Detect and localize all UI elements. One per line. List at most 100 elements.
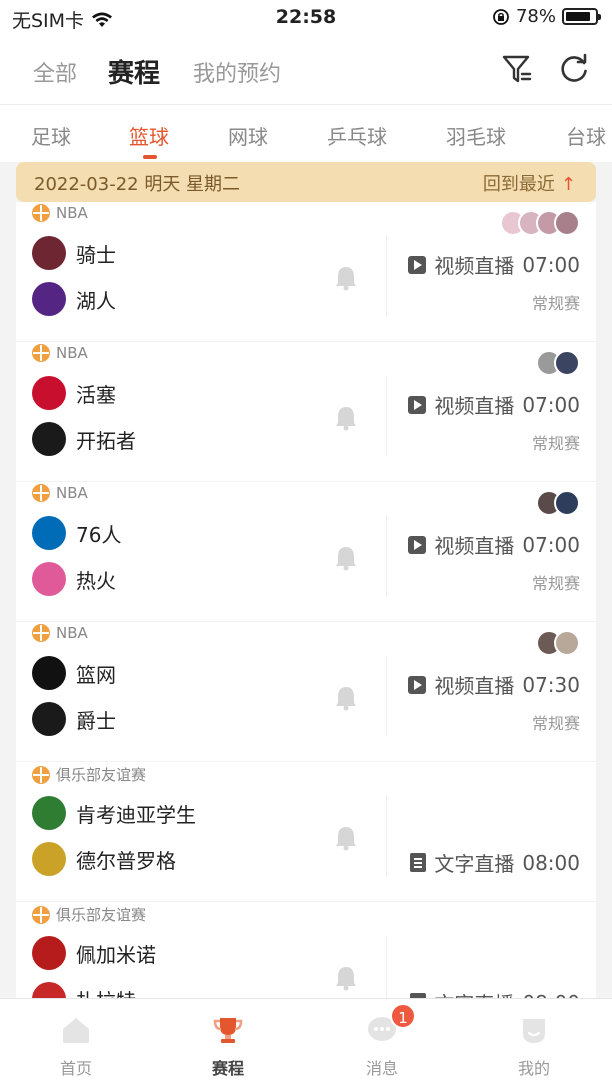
bell-icon[interactable]	[334, 685, 358, 711]
live-type: 视频直播	[434, 534, 515, 558]
live-info: 视频直播 07:00	[408, 530, 580, 559]
match-card[interactable]: NBA 骑士 湖人 视频直播 07:00 常规赛	[16, 202, 596, 341]
live-info: 视频直播 07:00	[408, 250, 580, 279]
arrow-up-icon: ↑	[560, 174, 576, 195]
match-time: 07:00	[522, 252, 580, 277]
tabbar-home[interactable]: 首页	[16, 999, 136, 1087]
bell-icon[interactable]	[334, 405, 358, 431]
live-type: 文字直播	[434, 852, 515, 876]
live-info: 视频直播 07:00	[408, 390, 580, 419]
tab-my-reservations[interactable]: 我的预约	[193, 56, 281, 88]
bell-icon[interactable]	[334, 545, 358, 571]
divider	[386, 516, 387, 596]
bell-icon[interactable]	[334, 825, 358, 851]
tabbar-profile[interactable]: 我的	[474, 999, 594, 1087]
basketball-icon	[32, 344, 50, 362]
match-card[interactable]: NBA 篮网 爵士 视频直播 07:30 常规赛	[16, 622, 596, 761]
sport-tab-badminton[interactable]: 羽毛球	[446, 121, 506, 150]
home-team-name: 篮网	[76, 662, 116, 687]
streamer-avatar[interactable]	[554, 350, 580, 376]
home-team-name: 76人	[76, 522, 122, 547]
away-team-name: 扎拉特	[76, 985, 136, 999]
away-team: 热火	[32, 562, 116, 596]
sport-tabs: 足球 篮球 网球 乒乓球 羽毛球 台球	[0, 104, 612, 162]
status-bar: 无SIM卡 22:58 78%	[0, 0, 612, 34]
video-play-icon	[408, 255, 427, 274]
basketball-icon	[32, 204, 50, 222]
divider	[386, 936, 387, 998]
tabbar-schedule-label: 赛程	[211, 1059, 244, 1078]
live-type: 视频直播	[434, 254, 515, 278]
back-to-recent-button[interactable]: 回到最近 ↑	[483, 170, 576, 196]
away-team: 扎拉特	[32, 982, 136, 998]
battery-percent: 78%	[515, 6, 556, 27]
away-team-name: 湖人	[76, 288, 116, 313]
bell-icon[interactable]	[334, 965, 358, 991]
match-time: 08:00	[522, 850, 580, 875]
match-time: 07:30	[522, 672, 580, 697]
divider	[386, 376, 387, 456]
bell-icon[interactable]	[334, 265, 358, 291]
team-logo-icon	[32, 516, 66, 550]
refresh-icon[interactable]	[557, 52, 591, 86]
sport-tab-tennis[interactable]: 网球	[228, 121, 268, 150]
match-stage: 常规赛	[531, 294, 580, 313]
league-name: NBA	[56, 204, 88, 222]
text-doc-icon	[410, 853, 427, 872]
live-type: 文字直播	[434, 988, 514, 998]
team-logo-icon	[32, 376, 66, 410]
league-label: NBA	[32, 624, 88, 642]
team-logo-icon	[32, 422, 66, 456]
away-team: 开拓者	[32, 422, 136, 456]
active-tab-indicator	[143, 155, 157, 159]
match-card[interactable]: NBA 76人 热火 视频直播 07:00 常规赛	[16, 482, 596, 621]
away-team: 湖人	[32, 282, 116, 316]
match-card[interactable]: 俱乐部友谊赛 肯考迪亚学生 德尔普罗格 文字直播 08:00	[16, 762, 596, 901]
league-label: NBA	[32, 484, 88, 502]
streamer-avatars	[536, 350, 580, 376]
live-info: 文字直播 08:00	[410, 988, 580, 998]
streamer-avatars	[500, 210, 580, 236]
streamer-avatar[interactable]	[554, 630, 580, 656]
video-play-icon	[408, 395, 427, 414]
away-team-name: 开拓者	[76, 428, 136, 453]
divider	[386, 796, 387, 876]
tabbar-messages-label: 消息	[365, 1059, 398, 1078]
filter-icon[interactable]	[500, 52, 534, 86]
home-icon	[63, 1018, 89, 1043]
team-logo-icon	[32, 562, 66, 596]
tab-all[interactable]: 全部	[33, 56, 77, 88]
tabbar-schedule[interactable]: 赛程	[168, 999, 288, 1087]
sport-tab-billiards[interactable]: 台球	[566, 121, 606, 150]
live-info: 文字直播 08:00	[410, 848, 580, 877]
sport-tab-basketball[interactable]: 篮球	[129, 121, 169, 150]
basketball-icon	[32, 484, 50, 502]
live-type: 视频直播	[434, 674, 515, 698]
away-team-name: 德尔普罗格	[76, 848, 176, 873]
tabbar-profile-label: 我的	[517, 1059, 550, 1078]
date-label: 2022-03-22 明天 星期二	[34, 174, 241, 195]
team-logo-icon	[32, 796, 66, 830]
tabbar-messages[interactable]: 1 消息	[322, 999, 442, 1087]
basketball-icon	[32, 905, 50, 924]
match-time: 07:00	[522, 532, 580, 557]
divider	[386, 236, 387, 316]
tabbar-home-label: 首页	[59, 1059, 92, 1078]
team-logo-icon	[32, 656, 66, 690]
orientation-lock-icon	[493, 8, 509, 25]
team-logo-icon	[32, 282, 66, 316]
match-card[interactable]: NBA 活塞 开拓者 视频直播 07:00 常规赛	[16, 342, 596, 481]
match-stage: 常规赛	[531, 714, 580, 733]
match-card[interactable]: 俱乐部友谊赛 佩加米诺 扎拉特 文字直播 08:00	[16, 902, 596, 998]
league-label: NBA	[32, 344, 88, 362]
sport-tab-table-tennis[interactable]: 乒乓球	[327, 121, 387, 150]
team-logo-icon	[32, 236, 66, 270]
away-team: 德尔普罗格	[32, 842, 176, 876]
streamer-avatars	[536, 630, 580, 656]
basketball-icon	[32, 765, 50, 784]
tab-schedule[interactable]: 赛程	[108, 53, 160, 90]
sport-tab-football[interactable]: 足球	[31, 121, 71, 150]
streamer-avatar[interactable]	[554, 210, 580, 236]
streamer-avatar[interactable]	[554, 490, 580, 516]
back-to-recent-label: 回到最近	[482, 174, 555, 195]
